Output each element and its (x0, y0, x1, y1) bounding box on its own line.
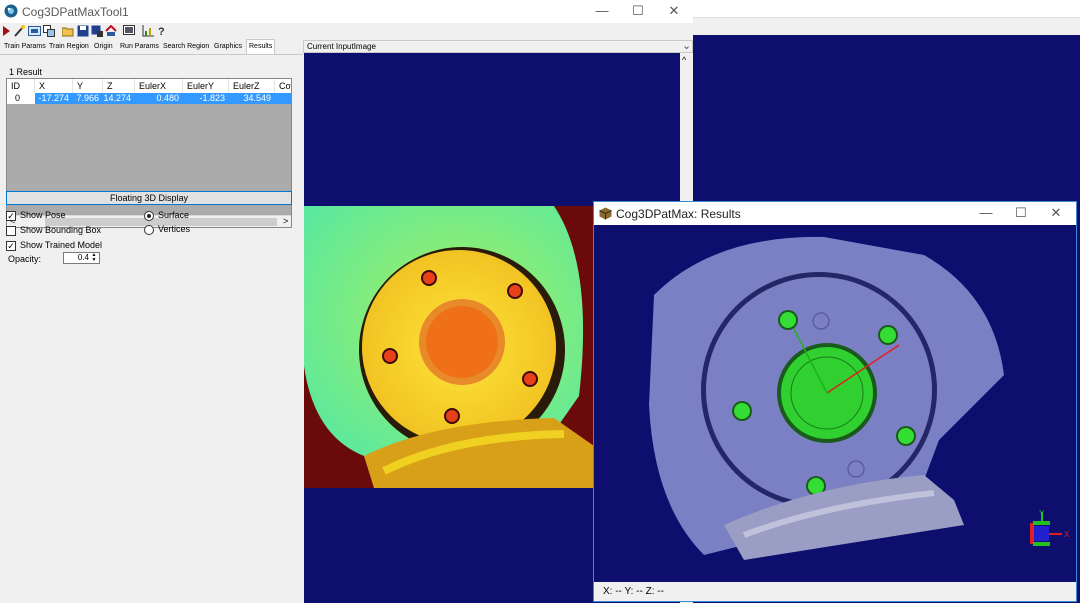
toolbar: ? (0, 23, 693, 40)
column-header-x[interactable]: X (35, 79, 73, 93)
radio-selected-icon (144, 210, 154, 221)
3d-results-display[interactable]: Y X (594, 225, 1076, 582)
wand-icon[interactable] (14, 25, 25, 37)
main-window: Cog3DPatMaxTool1 — ☐ ✕ ? Train Params Tr… (0, 0, 693, 603)
title-bar: Cog3DPatMaxTool1 — ☐ ✕ (0, 0, 693, 23)
point-cloud-view (649, 236, 1004, 560)
save-as-icon[interactable] (91, 25, 103, 37)
reset-icon[interactable] (105, 25, 117, 37)
checkbox-empty-icon (6, 225, 16, 236)
axis-gizmo-icon: Y X (1030, 509, 1070, 546)
results-panel: 1 Result ID X Y Z EulerX EulerY EulerZ C… (0, 54, 303, 603)
cell-eulerz: 34.549 (229, 93, 275, 104)
depth-image (304, 206, 594, 488)
tab-run-params[interactable]: Run Params (118, 40, 161, 54)
surface-radio[interactable]: Surface (144, 209, 189, 221)
maximize-button[interactable]: ☐ (618, 0, 658, 23)
image-icon[interactable] (28, 25, 41, 37)
tab-graphics[interactable]: Graphics (212, 40, 244, 54)
help-icon[interactable]: ? (158, 25, 166, 37)
show-trained-model-label: Show Trained Model (20, 240, 103, 250)
viewer-dropdown-icon[interactable]: ⌄ (682, 39, 691, 52)
viewer-title: Current InputImage (307, 42, 376, 51)
cell-z: 14.274 (103, 93, 135, 104)
spin-arrows-icon[interactable]: ▲ ▼ (90, 253, 98, 263)
show-bounding-box-checkbox[interactable]: Show Bounding Box (6, 224, 101, 236)
show-bounding-box-label: Show Bounding Box (20, 225, 102, 235)
results-3d-window[interactable]: Cog3DPatMax: Results — ☐ ✕ Y X X: -- Y: … (593, 201, 1077, 602)
column-header-eulery[interactable]: EulerY (183, 79, 229, 93)
cell-x: -17.274 (35, 93, 73, 104)
results-count-label: 1 Result (9, 67, 43, 77)
column-header-z[interactable]: Z (103, 79, 135, 93)
tab-train-region[interactable]: Train Region (47, 40, 91, 54)
window-title: Cog3DPatMaxTool1 (22, 5, 129, 19)
opacity-stepper[interactable]: 0.4 ▲ ▼ (63, 252, 100, 264)
axis-y-label: Y (1039, 509, 1045, 518)
save-icon[interactable] (77, 25, 89, 37)
cell-y: 7.966 (73, 93, 103, 104)
results-maximize-button[interactable]: ☐ (1001, 202, 1041, 225)
scroll-up-arrow[interactable]: ^ (682, 55, 686, 65)
graph-icon[interactable] (142, 25, 154, 37)
show-trained-model-checkbox[interactable]: ✓ Show Trained Model (6, 239, 102, 251)
results-grid[interactable]: ID X Y Z EulerX EulerY EulerZ Cov 0 -17.… (6, 78, 292, 228)
column-header-id[interactable]: ID (7, 79, 35, 93)
display-icon[interactable] (123, 25, 135, 37)
opacity-value: 0.4 (77, 253, 89, 262)
tab-origin[interactable]: Origin (92, 40, 115, 54)
cognex-app-icon (4, 4, 18, 18)
column-header-y[interactable]: Y (73, 79, 103, 93)
minimize-button[interactable]: — (582, 0, 622, 23)
cell-cov (275, 93, 291, 104)
column-header-cov[interactable]: Cov (275, 79, 291, 93)
cell-eulery: -1.823 (183, 93, 229, 104)
scroll-right-arrow[interactable]: > (283, 216, 288, 226)
grid-header: ID X Y Z EulerX EulerY EulerZ Cov (7, 79, 291, 93)
results-minimize-button[interactable]: — (966, 202, 1006, 225)
checkmark-icon: ✓ (6, 240, 16, 251)
open-icon[interactable] (62, 25, 74, 37)
radio-empty-icon (144, 224, 154, 235)
results-title-bar: Cog3DPatMax: Results — ☐ ✕ (594, 202, 1076, 225)
background-toolbar (693, 17, 1080, 35)
cell-eulerx: 0.480 (135, 93, 183, 104)
results-close-button[interactable]: ✕ (1036, 202, 1076, 225)
cell-id: 0 (7, 93, 35, 104)
column-header-eulerx[interactable]: EulerX (135, 79, 183, 93)
close-button[interactable]: ✕ (654, 0, 694, 23)
svg-text:?: ? (158, 26, 165, 37)
run-icon[interactable] (3, 26, 10, 36)
show-pose-label: Show Pose (20, 210, 66, 220)
tab-search-region[interactable]: Search Region (161, 40, 211, 54)
show-pose-checkbox[interactable]: ✓ Show Pose (6, 209, 66, 221)
axis-x-label: X (1064, 530, 1070, 539)
surface-label: Surface (158, 210, 190, 220)
copy-icon[interactable] (43, 25, 55, 37)
tab-train-params[interactable]: Train Params (2, 40, 48, 54)
cube-icon (599, 207, 612, 220)
coordinate-status-bar: X: -- Y: -- Z: -- (594, 582, 1076, 601)
vertices-label: Vertices (158, 224, 191, 234)
vertices-radio[interactable]: Vertices (144, 223, 190, 235)
column-header-eulerz[interactable]: EulerZ (229, 79, 275, 93)
tab-strip: Train Params Train Region Origin Run Par… (0, 39, 303, 55)
viewer-header: Current InputImage ⌄ (303, 40, 693, 53)
floating-3d-display-button[interactable]: Floating 3D Display (6, 191, 292, 205)
opacity-label: Opacity: (8, 254, 42, 264)
table-row[interactable]: 0 -17.274 7.966 14.274 0.480 -1.823 34.5… (7, 93, 291, 104)
tab-results[interactable]: Results (246, 39, 276, 54)
results-window-title: Cog3DPatMax: Results (616, 207, 741, 221)
checkmark-icon: ✓ (6, 210, 16, 221)
